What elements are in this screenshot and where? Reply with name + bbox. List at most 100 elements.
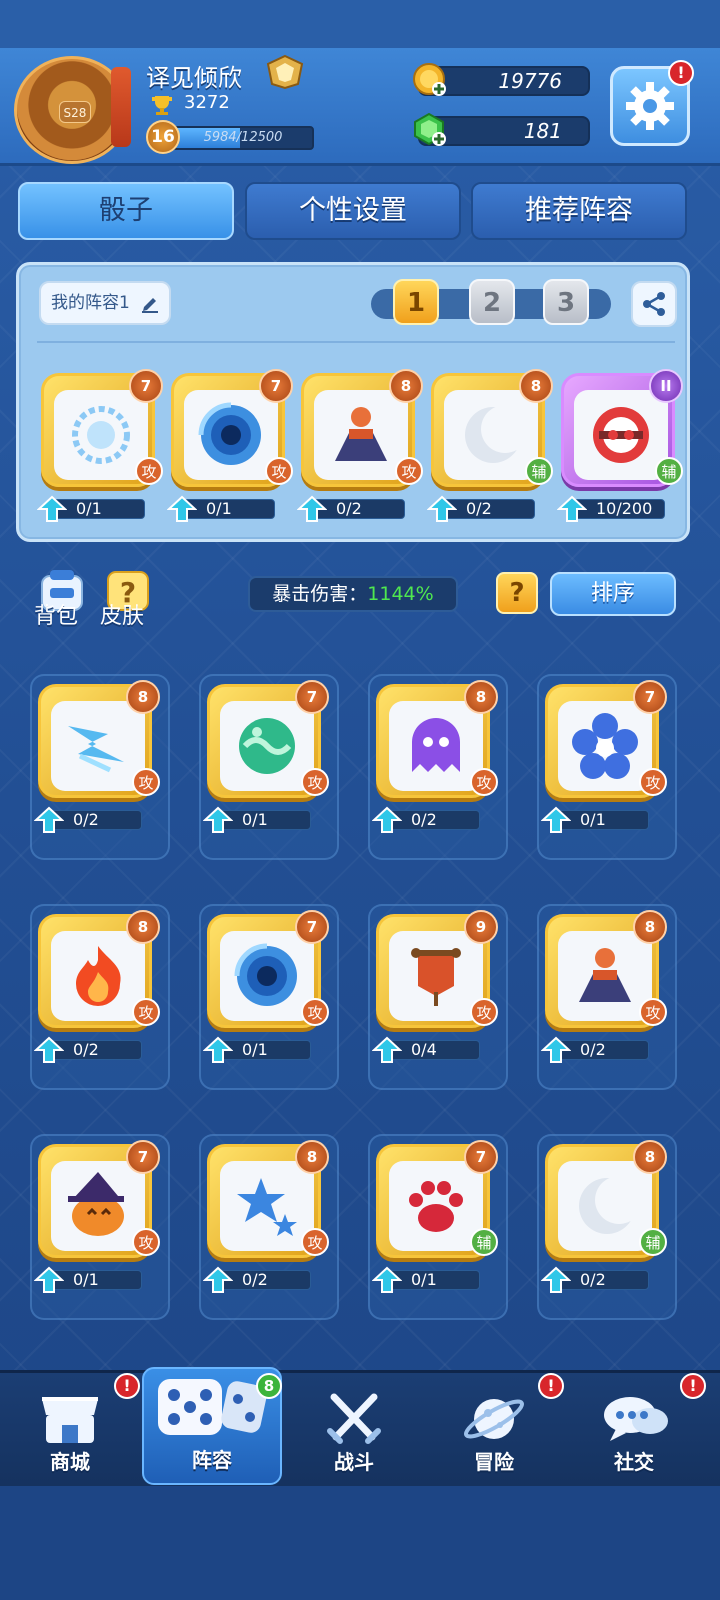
deck-slot-1[interactable]: 1 <box>393 279 439 325</box>
dice-face <box>220 1161 314 1251</box>
nav-battle[interactable]: 战斗 <box>284 1373 424 1485</box>
collection-dice-card[interactable]: 8 辅 0/2 <box>541 1140 669 1294</box>
share-button[interactable] <box>631 281 677 327</box>
chat-bubbles-icon <box>604 1397 668 1441</box>
deck-dice-card[interactable]: 7 攻 0/1 <box>167 369 295 523</box>
collection-dice-card[interactable]: 8 攻 0/2 <box>34 910 162 1064</box>
upgrade-arrow-icon <box>203 1036 233 1063</box>
deck-dice-card[interactable]: 8 攻 0/2 <box>297 369 425 523</box>
collection-dice-slot[interactable]: 8 攻 0/2 <box>537 904 677 1090</box>
planet-icon <box>464 1399 524 1439</box>
nav-adventure-label: 冒险 <box>474 1450 514 1474</box>
collection-dice-slot[interactable]: 7 辅 0/1 <box>368 1134 508 1320</box>
banner-dice-icon <box>411 948 461 1006</box>
tab-recommended-deck[interactable]: 推荐阵容 <box>471 182 687 240</box>
adventure-alert-badge: ! <box>538 1373 564 1399</box>
deck-divider <box>37 341 675 343</box>
upgrade-progress: 10/200 <box>557 495 665 522</box>
upgrade-arrow-icon <box>541 1266 571 1293</box>
ice-flower-dice-icon <box>572 713 638 779</box>
vortex-dice-icon <box>198 402 261 465</box>
rank-emblem-icon <box>266 54 304 90</box>
collection-dice-slot[interactable]: 8 辅 0/2 <box>537 1134 677 1320</box>
xp-bar: 5984/12500 <box>172 126 314 150</box>
xp-text: 5984/12500 <box>203 130 283 145</box>
dice-icon <box>158 1379 267 1435</box>
dice-type-badge: 辅 <box>470 1228 498 1256</box>
upgrade-arrow-icon <box>372 1266 402 1293</box>
dice-face <box>51 931 145 1021</box>
tab-dice[interactable]: 骰子 <box>18 182 234 240</box>
collection-dice-card[interactable]: 7 攻 0/1 <box>203 680 331 834</box>
collection-dice-slot[interactable]: 7 攻 0/1 <box>199 904 339 1090</box>
collection-dice-card[interactable]: 7 攻 0/1 <box>34 1140 162 1294</box>
deck-name-button[interactable]: 我的阵容1 <box>39 281 171 325</box>
gold-coin-plus-icon[interactable] <box>412 62 448 98</box>
collection-dice-slot[interactable]: 8 攻 0/2 <box>30 904 170 1090</box>
status-bar-area <box>0 0 720 48</box>
sort-button[interactable]: 排序 <box>550 572 676 616</box>
collection-dice-card[interactable]: 7 攻 0/1 <box>541 680 669 834</box>
upgrade-progress: 0/1 <box>203 1036 311 1063</box>
lightning-dice-icon <box>68 726 124 773</box>
collection-dice-card[interactable]: 7 辅 0/1 <box>372 1140 500 1294</box>
tab-personal-settings[interactable]: 个性设置 <box>245 182 461 240</box>
gem-value: 181 <box>523 119 562 143</box>
collection-dice-card[interactable]: 7 攻 0/1 <box>203 910 331 1064</box>
collection-dice-card[interactable]: 8 攻 0/2 <box>203 1140 331 1294</box>
dice-level-badge: 7 <box>126 1140 160 1174</box>
rank-badge: S28 <box>59 101 91 123</box>
upgrade-progress: 0/2 <box>203 1266 311 1293</box>
backpack-label[interactable]: 背包 <box>34 598 78 630</box>
upgrade-arrow-icon <box>37 495 67 522</box>
collection-dice-card[interactable]: 8 攻 0/2 <box>34 680 162 834</box>
collection-dice-slot[interactable]: 7 攻 0/1 <box>199 674 339 860</box>
collection-dice-card[interactable]: 8 攻 0/2 <box>372 680 500 834</box>
dice-level-badge: 7 <box>464 1140 498 1174</box>
trophy-count: 3272 <box>184 92 230 113</box>
bottom-safe-area <box>0 1486 720 1600</box>
dice-face <box>558 701 652 791</box>
collection-dice-card[interactable]: 9 攻 0/4 <box>372 910 500 1064</box>
upgrade-progress: 0/1 <box>167 495 275 522</box>
skin-label[interactable]: 皮肤 <box>100 598 144 630</box>
upgrade-progress: 0/2 <box>541 1266 649 1293</box>
dice-type-badge: 攻 <box>301 998 329 1026</box>
help-button[interactable]: ? <box>496 572 538 614</box>
sun-dice-icon <box>72 406 130 464</box>
player-avatar[interactable]: S28 <box>14 56 131 164</box>
collection-dice-slot[interactable]: 8 攻 0/2 <box>368 674 508 860</box>
deck-dice-card[interactable]: 7 攻 0/1 <box>37 369 165 523</box>
collection-dice-slot[interactable]: 9 攻 0/4 <box>368 904 508 1090</box>
volcano-dice-icon <box>579 948 631 1002</box>
dice-level-badge: 7 <box>295 910 329 944</box>
crossed-swords-icon <box>327 1393 381 1444</box>
dice-level-badge: 8 <box>519 369 553 403</box>
upgrade-progress: 0/1 <box>541 806 649 833</box>
collection-dice-card[interactable]: 8 攻 0/2 <box>541 910 669 1064</box>
deck-slot-2[interactable]: 2 <box>469 279 515 325</box>
deck-count-badge: 8 <box>256 1373 282 1399</box>
upgrade-arrow-icon <box>203 806 233 833</box>
ghost-dice-icon <box>412 718 460 772</box>
collection-dice-slot[interactable]: 7 攻 0/1 <box>537 674 677 860</box>
nav-shop-label: 商城 <box>50 1450 90 1474</box>
dice-face <box>558 931 652 1021</box>
deck-slot-3[interactable]: 3 <box>543 279 589 325</box>
green-gem-plus-icon[interactable] <box>412 112 448 148</box>
upgrade-progress: 0/2 <box>427 495 535 522</box>
dice-level-badge: 8 <box>464 680 498 714</box>
dice-type-badge: 攻 <box>132 998 160 1026</box>
player-name: 译见倾欣 <box>146 64 242 92</box>
avatar-ribbon <box>111 67 131 147</box>
upgrade-progress: 0/1 <box>203 806 311 833</box>
collection-dice-slot[interactable]: 7 攻 0/1 <box>30 1134 170 1320</box>
collection-dice-slot[interactable]: 8 攻 0/2 <box>199 1134 339 1320</box>
collection-dice-slot[interactable]: 8 攻 0/2 <box>30 674 170 860</box>
nav-social-label: 社交 <box>614 1450 654 1474</box>
deck-dice-card[interactable]: II 辅 10/200 <box>557 369 685 523</box>
dice-face <box>558 1161 652 1251</box>
deck-dice-card[interactable]: 8 辅 0/2 <box>427 369 555 523</box>
upgrade-progress: 0/2 <box>541 1036 649 1063</box>
dice-face <box>574 390 668 480</box>
